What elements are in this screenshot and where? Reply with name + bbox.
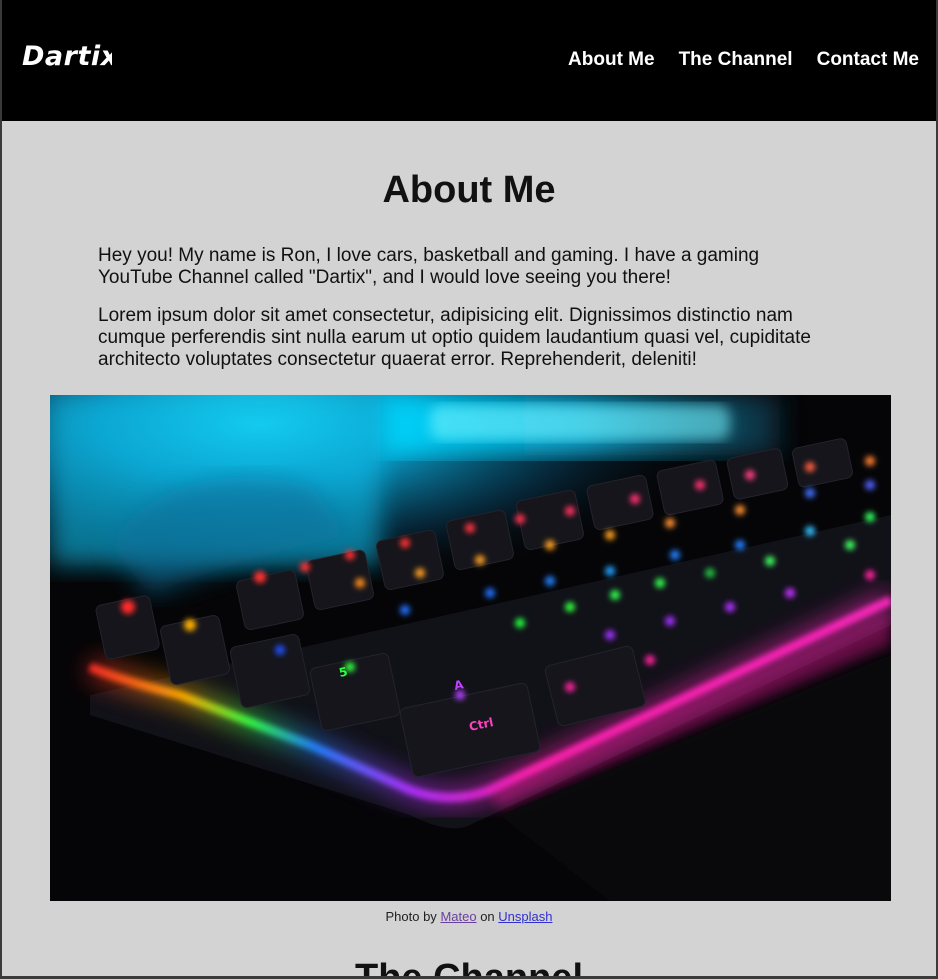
caption-middle: on — [480, 909, 495, 924]
nav-contact-me[interactable]: Contact Me — [817, 49, 919, 71]
main-nav: About Me The Channel Contact Me — [568, 49, 919, 71]
nav-the-channel[interactable]: The Channel — [679, 49, 793, 71]
photo-caption: Photo by Mateo on Unsplash — [2, 909, 936, 924]
caption-prefix: Photo by — [385, 909, 437, 924]
svg-text:Dartix: Dartix — [22, 41, 112, 72]
dartix-logo[interactable]: Dartix — [22, 37, 112, 73]
nav-about-me[interactable]: About Me — [568, 49, 655, 71]
about-lorem-paragraph: Lorem ipsum dolor sit amet consectetur, … — [98, 305, 811, 370]
photo-author-link[interactable]: Mateo — [440, 909, 476, 924]
channel-heading: The Channel — [354, 957, 584, 979]
unsplash-link[interactable]: Unsplash — [498, 909, 552, 924]
keyboard-photo: Ctrl A 5 — [50, 395, 891, 901]
browser-viewport: Dartix About Me The Channel Contact Me A… — [0, 0, 938, 979]
about-heading: About Me — [382, 169, 556, 211]
about-intro-paragraph: Hey you! My name is Ron, I love cars, ba… — [98, 245, 760, 288]
site-header: Dartix About Me The Channel Contact Me — [2, 0, 936, 121]
